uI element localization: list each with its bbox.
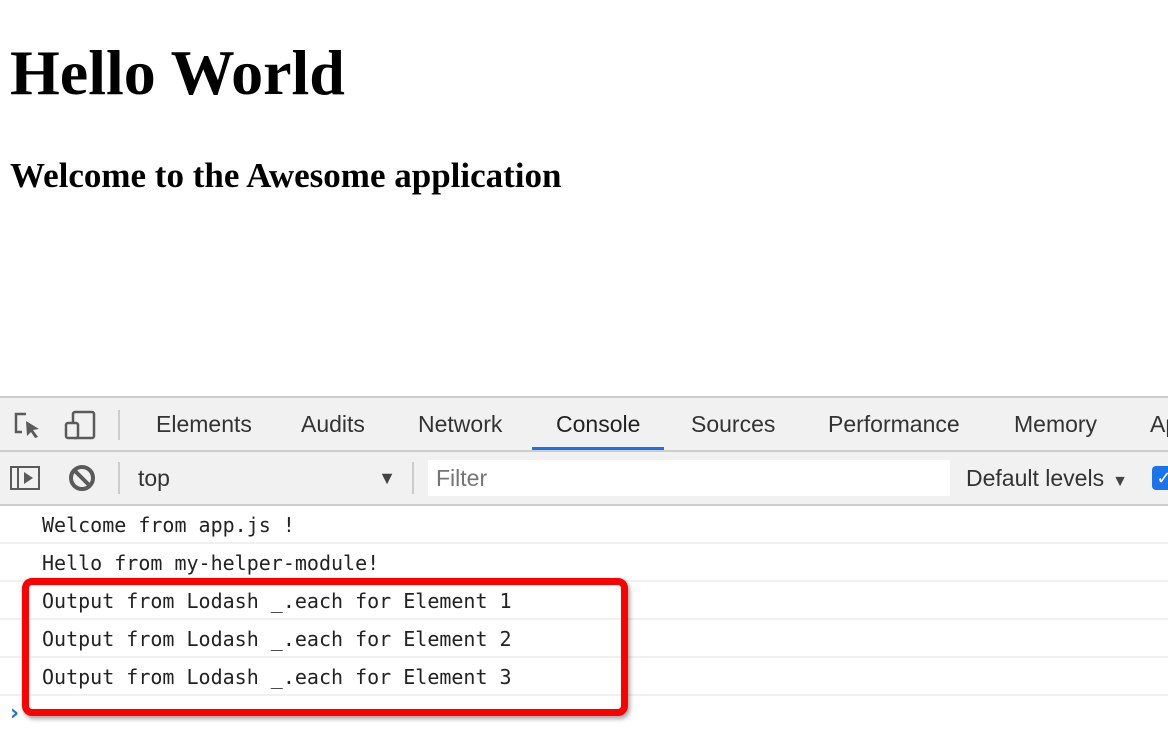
log-levels-dropdown[interactable]: Default levels ▼: [966, 462, 1128, 494]
tab-sources[interactable]: Sources: [691, 398, 775, 450]
clear-console-icon[interactable]: [68, 463, 100, 493]
log-levels-label: Default levels: [966, 465, 1105, 491]
tab-elements[interactable]: Elements: [156, 398, 252, 450]
page-heading: Hello World: [10, 37, 345, 108]
web-page: Hello World Welcome to the Awesome appli…: [0, 0, 1168, 396]
context-selector[interactable]: top ▼: [138, 462, 400, 494]
console-toolbar: top ▼ Default levels ▼ ✓: [0, 452, 1168, 506]
inspect-element-icon[interactable]: [12, 410, 44, 440]
show-console-sidebar-icon[interactable]: [10, 464, 42, 494]
dropdown-arrow-icon: ▼: [378, 468, 396, 488]
toolbar-divider: [412, 462, 414, 494]
dropdown-arrow-icon: ▼: [1112, 473, 1128, 490]
tab-console[interactable]: Console: [531, 398, 665, 450]
context-value: top: [138, 465, 170, 491]
device-toolbar-icon[interactable]: [64, 410, 96, 440]
console-message: Hello from my-helper-module!: [0, 544, 1168, 582]
group-similar-checkbox[interactable]: ✓: [1152, 466, 1168, 490]
console-message: Output from Lodash _.each for Element 2: [0, 620, 1168, 658]
filter-input[interactable]: [428, 460, 950, 496]
tab-network[interactable]: Network: [418, 398, 502, 450]
console-message: Output from Lodash _.each for Element 3: [0, 658, 1168, 696]
console-prompt-icon[interactable]: ›: [10, 701, 19, 726]
devtools-tab-bar: Elements Audits Network Console Sources …: [0, 396, 1168, 452]
console-message: Welcome from app.js !: [0, 506, 1168, 544]
toolbar-divider: [118, 410, 120, 440]
tab-application[interactable]: Application: [1150, 398, 1168, 450]
tab-audits[interactable]: Audits: [301, 398, 365, 450]
tab-performance[interactable]: Performance: [828, 398, 960, 450]
toolbar-divider: [118, 462, 120, 494]
page-subheading: Welcome to the Awesome application: [10, 156, 562, 195]
console-messages: Welcome from app.js ! Hello from my-help…: [0, 506, 1168, 696]
console-message: Output from Lodash _.each for Element 1: [0, 582, 1168, 620]
devtools-panel: Elements Audits Network Console Sources …: [0, 396, 1168, 740]
tab-memory[interactable]: Memory: [1014, 398, 1097, 450]
